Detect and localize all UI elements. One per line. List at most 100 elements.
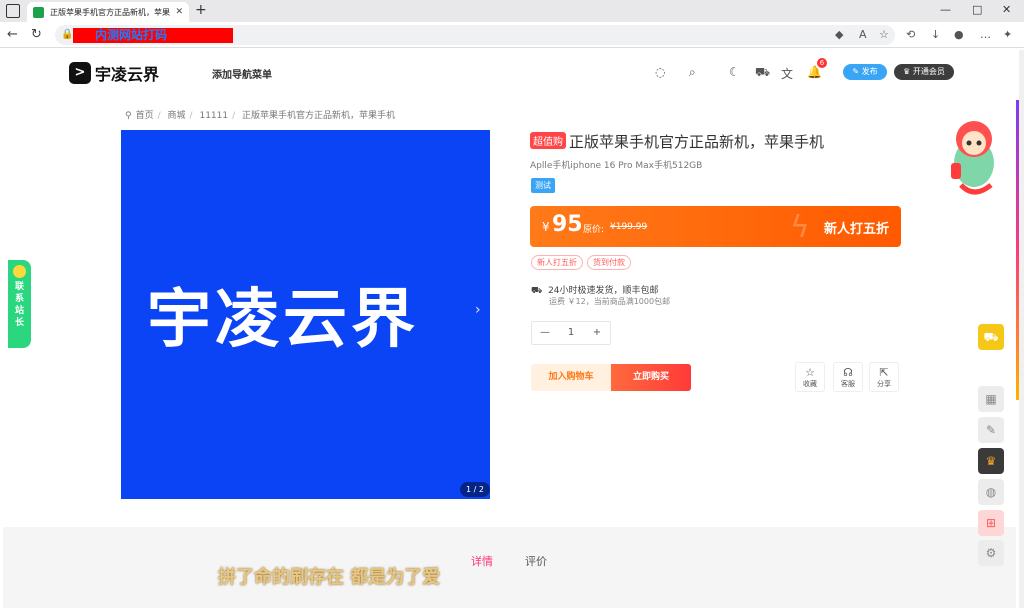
profile-avatar-icon[interactable]: ● [954, 28, 964, 41]
quantity-value[interactable]: 1 [558, 322, 584, 344]
translate-icon[interactable]: 文 [781, 65, 793, 82]
original-price: ¥199.99 [610, 222, 648, 232]
price-bar: ϟ ¥ 95 原价: ¥199.99 新人打五折 [530, 206, 901, 247]
contact-admin-button[interactable]: 联 系 站 长 [8, 260, 31, 348]
customer-service-button[interactable]: ☊ 客服 [833, 362, 863, 392]
price-value: 95 [552, 212, 583, 237]
breadcrumb-home[interactable]: 首页 [136, 111, 154, 121]
refresh-icon[interactable]: ↻ [31, 27, 42, 42]
vip-label: 开通会员 [912, 67, 945, 76]
cart-icon[interactable]: ⛟ [755, 65, 770, 81]
breadcrumb-current: 正版苹果手机官方正品新机，苹果手机 [242, 111, 396, 121]
test-badge: 测试 [531, 178, 555, 193]
next-image-icon[interactable]: › [475, 302, 481, 318]
contact-label-4: 长 [14, 318, 24, 328]
tab-bar: 正版苹果手机官方正品新机，苹果 ✕ + — □ ✕ [0, 0, 1024, 22]
truck-icon: ⛟ [531, 286, 543, 296]
notification-badge: 6 [817, 58, 827, 68]
add-to-cart-button[interactable]: 加入购物车 [531, 364, 611, 391]
price-currency: ¥ [542, 220, 550, 234]
share-label: 分享 [877, 380, 891, 388]
shipping-subtext: 运费 ￥12，当前商品满1000包邮 [549, 297, 671, 306]
promo-chip: 新人打五折 [531, 255, 583, 270]
buy-now-button[interactable]: 立即购买 [611, 364, 691, 391]
float-cart-button[interactable]: ⛟ [978, 324, 1004, 350]
tab-review[interactable]: 评价 [525, 553, 547, 569]
favorite-button[interactable]: ☆ 收藏 [795, 362, 825, 392]
breadcrumb-mall[interactable]: 商城 [168, 111, 186, 121]
logo-mark-icon: > [69, 62, 91, 84]
maximize-button[interactable]: □ [972, 3, 982, 16]
browser-window: 正版苹果手机官方正品新机，苹果 ✕ + — □ ✕ ← ↻ 🔒 内测网站打码 ◆… [0, 0, 1024, 608]
original-price-label: 原价: [583, 225, 605, 235]
tab-close-icon[interactable]: ✕ [175, 7, 183, 17]
download-icon[interactable]: ↓ [931, 28, 940, 41]
shipping-info: ⛟ 24小时极速发货，顺丰包邮 [531, 283, 659, 297]
star-icon: ☆ [805, 366, 815, 379]
pencil-icon: ✎ [985, 423, 997, 437]
more-menu-icon[interactable]: … [980, 28, 991, 41]
nav-menu-item[interactable]: 添加导航菜单 [212, 66, 272, 81]
float-vip-button[interactable]: ♛ [978, 448, 1004, 474]
scrollbar[interactable] [1019, 50, 1024, 608]
float-gift-button[interactable]: ⊞ [978, 510, 1004, 536]
dragon-mascot-icon [951, 121, 994, 195]
location-icon: ⚲ [125, 111, 132, 121]
lightbulb-icon[interactable]: ◌ [655, 65, 665, 79]
history-icon[interactable]: ⟲ [906, 28, 915, 41]
wechat-icon: ◍ [985, 485, 997, 499]
url-text: 内测网站打码 [95, 28, 168, 42]
contact-label-1: 联 [14, 282, 24, 292]
promo-chips: 新人打五折 货到付款 [531, 255, 631, 270]
contact-label-3: 站 [14, 306, 24, 316]
crown-icon: ♛ [985, 454, 997, 468]
service-label: 客服 [841, 380, 855, 388]
gear-icon: ⚙ [985, 546, 997, 560]
detail-section: 详情 评价 拼了命的刷存在 都是为了爱 [3, 527, 1016, 608]
copilot-icon[interactable]: ✦ [1003, 28, 1012, 41]
search-icon[interactable]: ⌕ [689, 65, 696, 80]
smiley-icon [13, 265, 26, 278]
vip-button[interactable]: ♛ 开通会员 [894, 64, 954, 80]
tab-title: 正版苹果手机官方正品新机，苹果 [50, 7, 170, 17]
new-tab-button[interactable]: + [195, 2, 207, 18]
float-settings-button[interactable]: ⚙ [978, 540, 1004, 566]
back-icon[interactable]: ← [7, 27, 18, 42]
shipping-text: 24小时极速发货，顺丰包邮 [548, 286, 659, 296]
site-header: > 宇凌云界 添加导航菜单 ◌ ⌕ ☾ ⛟ 文 🔔 6 ✎ 发布 ♛ 开通会员 [3, 50, 1016, 96]
site-logo[interactable]: > 宇凌云界 [69, 61, 159, 85]
gallery-image-text: 宇凌云界 [147, 283, 419, 357]
product-title-text: 正版苹果手机官方正品新机，苹果手机 [569, 133, 825, 151]
favorite-star-icon[interactable]: ☆ [879, 28, 889, 41]
read-aloud-icon[interactable]: A [859, 28, 867, 41]
dark-mode-icon[interactable]: ☾ [729, 65, 740, 79]
float-edit-button[interactable]: ✎ [978, 417, 1004, 443]
product-subtitle: Aplle手机iphone 16 Pro Max手机512GB [530, 161, 703, 171]
window-menu-icon[interactable] [6, 4, 20, 18]
float-wechat-button[interactable]: ◍ [978, 479, 1004, 505]
active-tab[interactable]: 正版苹果手机官方正品新机，苹果 ✕ [27, 2, 189, 22]
close-window-button[interactable]: ✕ [1002, 3, 1011, 16]
product-title: 超值购 正版苹果手机官方正品新机，苹果手机 [530, 131, 824, 152]
breadcrumb-category[interactable]: 11111 [199, 111, 228, 121]
page-content: > 宇凌云界 添加导航菜单 ◌ ⌕ ☾ ⛟ 文 🔔 6 ✎ 发布 ♛ 开通会员 … [3, 50, 1016, 608]
url-input[interactable]: 🔒 内测网站打码 ◆ A ☆ [55, 25, 895, 45]
favorite-label: 收藏 [803, 380, 817, 388]
product-image-gallery[interactable]: 宇凌云界 › 1 / 2 [121, 130, 490, 499]
share-button[interactable]: ⇱ 分享 [869, 362, 899, 392]
contact-label-2: 系 [14, 294, 24, 304]
image-counter: 1 / 2 [460, 482, 490, 497]
tab-detail[interactable]: 详情 [471, 553, 493, 569]
address-bar-row: ← ↻ 🔒 内测网站打码 ◆ A ☆ ⟲ ↓ ● … ✦ [0, 22, 1024, 48]
increase-button[interactable]: + [584, 322, 610, 344]
float-qrcode-button[interactable]: ▦ [978, 386, 1004, 412]
minimize-button[interactable]: — [940, 3, 951, 16]
publish-button[interactable]: ✎ 发布 [843, 64, 887, 80]
headset-icon: ☊ [843, 366, 853, 379]
qrcode-icon: ▦ [985, 392, 997, 406]
tag-icon[interactable]: ◆ [835, 28, 843, 41]
deal-tag: 超值购 [530, 132, 566, 149]
gift-icon: ⊞ [985, 516, 997, 530]
decrease-button[interactable]: — [532, 322, 558, 344]
promo-chip: 货到付款 [587, 255, 631, 270]
